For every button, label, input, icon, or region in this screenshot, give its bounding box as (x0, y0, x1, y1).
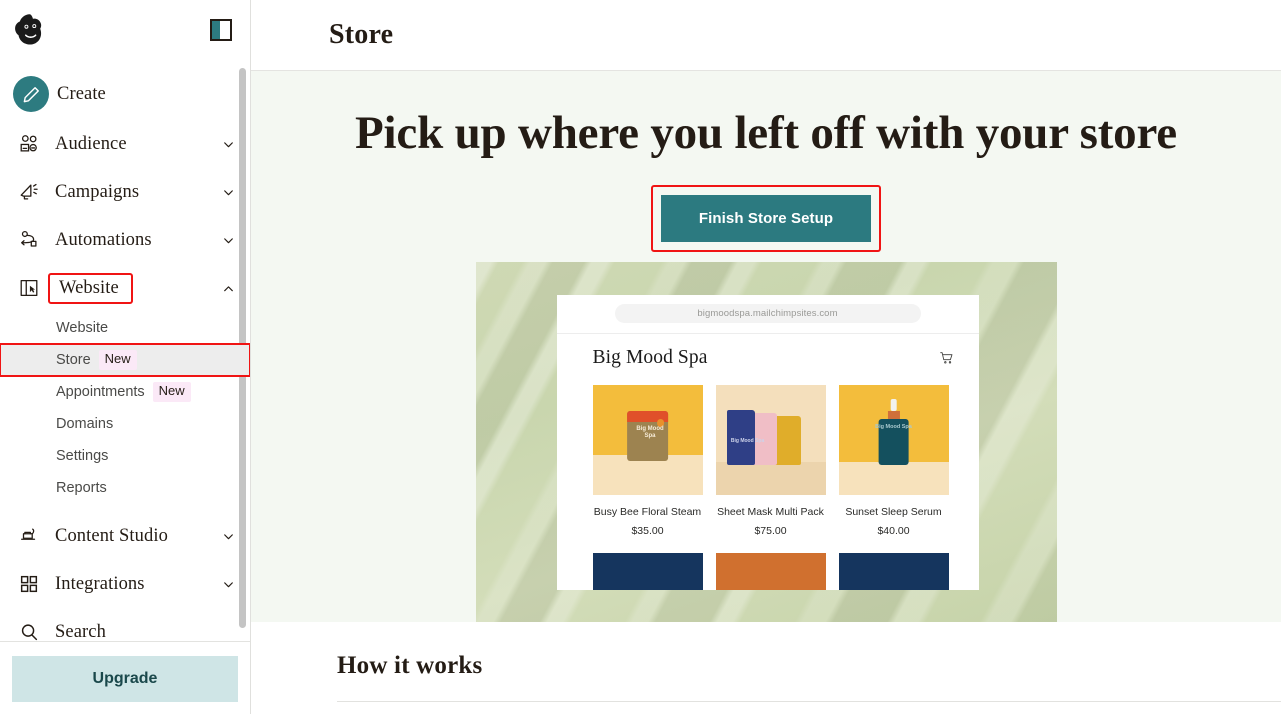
sidebar-subitem-label: Settings (56, 448, 109, 464)
sidebar-item-integrations[interactable]: Integrations (0, 560, 250, 608)
mailchimp-freddie-logo[interactable] (10, 9, 52, 51)
upgrade-button[interactable]: Upgrade (12, 656, 238, 702)
sidebar-item-label: Audience (55, 133, 127, 154)
chevron-up-icon[interactable] (220, 280, 236, 296)
product-price: $40.00 (877, 525, 910, 538)
product-name: Busy Bee Floral Steam (593, 505, 702, 518)
sidebar-subitem-website[interactable]: Website (0, 312, 250, 344)
chevron-down-icon[interactable] (220, 136, 236, 152)
sidebar-subitem-label: Reports (56, 480, 107, 496)
sidebar-subitem-label: Domains (56, 416, 114, 432)
sidebar-item-label: Website (59, 277, 119, 298)
integrations-icon (12, 573, 46, 595)
product-brand-text: Big Mood Spa (730, 437, 765, 444)
sidebar-item-audience[interactable]: Audience (0, 120, 250, 168)
sidebar-item-website[interactable]: Website (0, 264, 250, 312)
product-grid: Big Mood Spa Busy Bee Floral Steam $35.0… (557, 379, 979, 537)
website-highlight-box: Website (48, 272, 133, 304)
store-name: Big Mood Spa (592, 346, 708, 368)
product-card-partial[interactable] (715, 553, 826, 590)
sidebar-item-create[interactable]: Create (0, 68, 250, 120)
store-url: bigmoodspa.mailchimpsites.com (614, 304, 921, 324)
product-card-partial[interactable] (592, 553, 703, 590)
sidebar-item-label: Integrations (55, 573, 145, 594)
panel-toggle-icon[interactable] (210, 19, 232, 41)
sidebar-subitem-appointments[interactable]: Appointments New (0, 376, 250, 408)
main-content: Store Pick up where you left off with yo… (251, 0, 1281, 714)
shopping-cart-icon[interactable] (939, 350, 955, 366)
pencil-icon (12, 76, 50, 112)
sidebar: Create Audience Campaigns Automations We… (0, 0, 251, 714)
website-icon (12, 277, 46, 299)
sidebar-subitem-reports[interactable]: Reports (0, 472, 250, 504)
sidebar-item-search[interactable]: Search (0, 608, 250, 641)
sidebar-scroll-area: Create Audience Campaigns Automations We… (0, 60, 250, 641)
sidebar-item-campaigns[interactable]: Campaigns (0, 168, 250, 216)
how-it-works-section: How it works (251, 621, 1281, 714)
serum-bottle-product-photo: Big Mood Spa (838, 384, 949, 495)
product-card[interactable]: Big Mood Spa Busy Bee Floral Steam $35.0… (592, 384, 703, 538)
sidebar-item-content-studio[interactable]: Content Studio (0, 512, 250, 560)
sidebar-item-label: Content Studio (55, 525, 168, 546)
chevron-down-icon[interactable] (220, 184, 236, 200)
chevron-down-icon[interactable] (220, 528, 236, 544)
sidebar-item-label: Campaigns (55, 181, 140, 202)
spa-jar-product-photo: Big Mood Spa (592, 384, 703, 495)
sidebar-item-automations[interactable]: Automations (0, 216, 250, 264)
hero-title: Pick up where you left off with your sto… (355, 107, 1177, 159)
sidebar-item-label: Automations (55, 229, 152, 250)
sidebar-header (0, 0, 250, 60)
product-card-partial[interactable] (838, 553, 949, 590)
sidebar-footer: Upgrade (0, 641, 250, 714)
sidebar-subitem-label: Appointments (56, 384, 145, 400)
cta-highlight-box: Finish Store Setup (650, 184, 882, 252)
how-it-works-title: How it works (337, 651, 483, 679)
store-header: Big Mood Spa (557, 334, 979, 379)
product-name: Sunset Sleep Serum (845, 505, 942, 518)
product-name: Sheet Mask Multi Pack (717, 505, 824, 518)
finish-store-setup-button[interactable]: Finish Store Setup (660, 194, 872, 242)
sheet-mask-packs-product-photo: Big Mood Spa (715, 384, 826, 495)
sidebar-item-label: Search (55, 621, 106, 642)
search-icon (12, 621, 46, 641)
content-studio-icon (12, 525, 46, 547)
sidebar-subitem-label: Store (56, 352, 91, 368)
sidebar-subitem-label: Website (56, 320, 109, 336)
automations-icon (12, 229, 46, 251)
chevron-down-icon[interactable] (220, 232, 236, 248)
app-root: Create Audience Campaigns Automations We… (0, 0, 1281, 714)
product-brand-text: Big Mood Spa (636, 426, 664, 439)
product-card[interactable]: Big Mood Spa Sunset Sleep Serum $40.00 (838, 384, 949, 538)
sidebar-subitem-domains[interactable]: Domains (0, 408, 250, 440)
sidebar-subitem-settings[interactable]: Settings (0, 440, 250, 472)
product-price: $75.00 (754, 525, 787, 538)
new-badge: New (152, 382, 191, 402)
browser-address-bar: bigmoodspa.mailchimpsites.com (556, 295, 979, 334)
chevron-placeholder (220, 624, 236, 640)
new-badge: New (98, 350, 137, 370)
chevron-down-icon[interactable] (220, 576, 236, 592)
page-title: Store (329, 19, 394, 50)
hero-section: Pick up where you left off with your sto… (251, 71, 1281, 622)
sidebar-subitem-store[interactable]: Store New (0, 343, 250, 377)
megaphone-icon (12, 181, 46, 203)
sidebar-item-label: Create (57, 83, 106, 104)
product-price: $35.00 (631, 525, 664, 538)
product-card[interactable]: Big Mood Spa Sheet Mask Multi Pack $75.0… (715, 384, 826, 538)
product-brand-text: Big Mood Spa (875, 424, 912, 431)
chevron-placeholder (220, 86, 236, 102)
store-preview: bigmoodspa.mailchimpsites.com Big Mood S… (475, 261, 1057, 622)
section-divider (337, 700, 1281, 702)
audience-icon (12, 133, 46, 155)
browser-mockup: bigmoodspa.mailchimpsites.com Big Mood S… (556, 294, 979, 590)
product-grid-row-2 (557, 537, 979, 590)
page-header: Store (251, 0, 1281, 71)
